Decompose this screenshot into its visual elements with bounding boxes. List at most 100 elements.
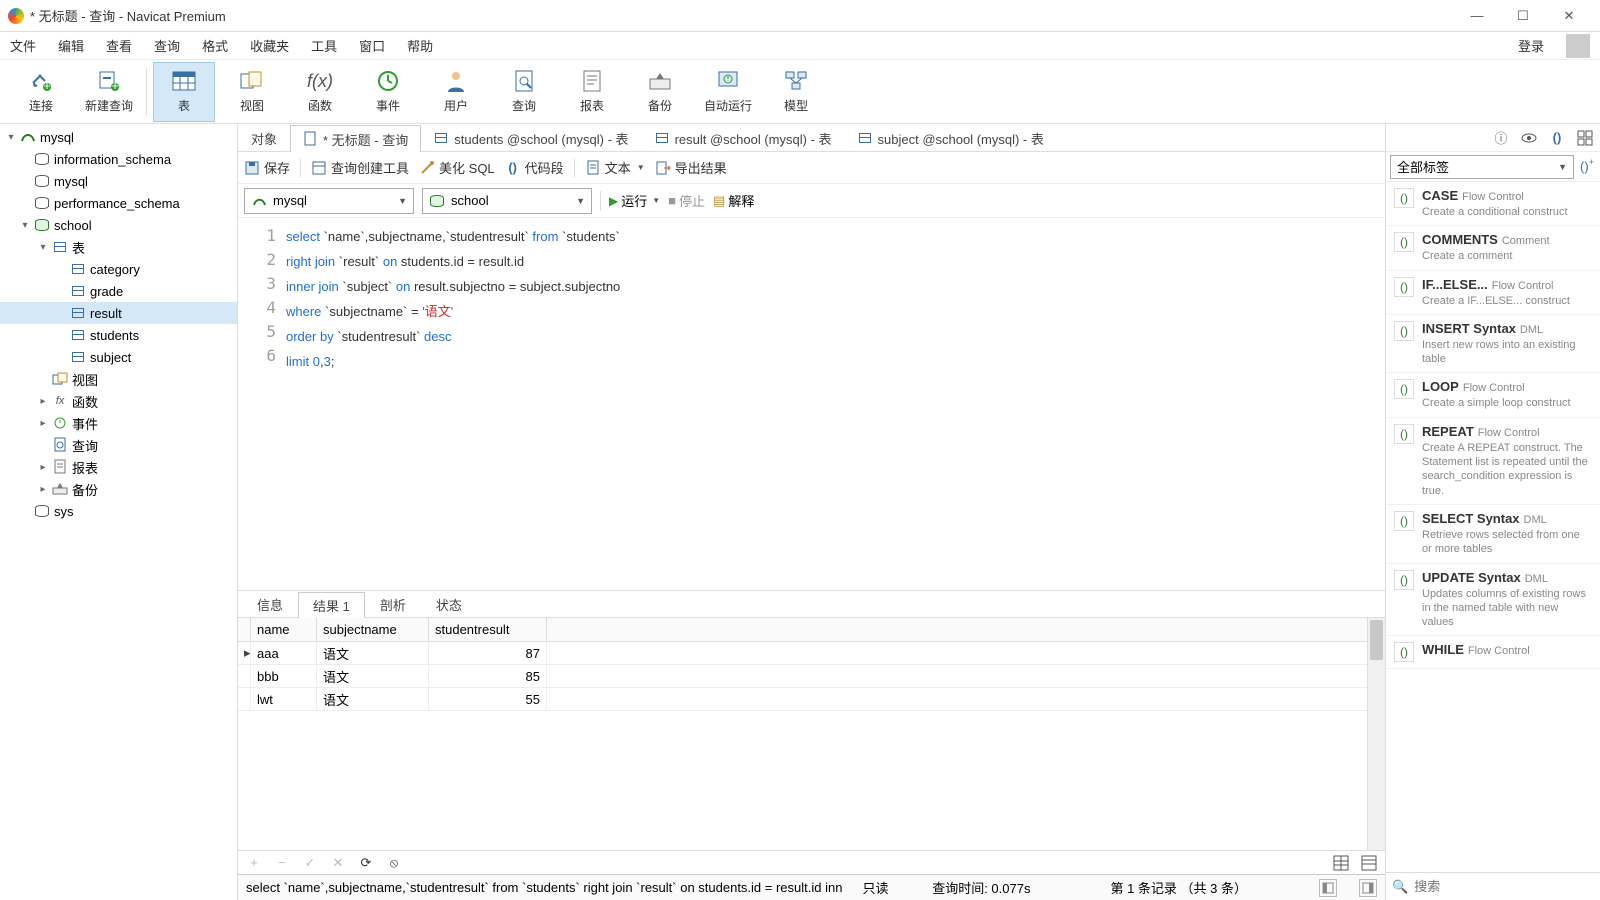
ribbon-report[interactable]: 报表 [561, 62, 623, 122]
col-studentresult[interactable]: studentresult [429, 618, 547, 642]
ribbon-connect[interactable]: + 连接 [10, 62, 72, 122]
tree-table-category[interactable]: category [0, 258, 237, 280]
close-button[interactable]: ✕ [1546, 2, 1592, 30]
tab-untitled-query[interactable]: * 无标题 - 查询 [290, 125, 421, 152]
stop-button[interactable]: ■停止 [668, 191, 705, 210]
tree-db-information-schema[interactable]: information_schema [0, 148, 237, 170]
ribbon-query[interactable]: 查询 [493, 62, 555, 122]
menu-file[interactable]: 文件 [10, 36, 36, 55]
form-view-icon[interactable] [1361, 855, 1377, 871]
tree-db-sys[interactable]: sys [0, 500, 237, 522]
tree-folder-functions[interactable]: ▸fx函数 [0, 390, 237, 412]
menu-view[interactable]: 查看 [106, 36, 132, 55]
tree-folder-reports[interactable]: ▸报表 [0, 456, 237, 478]
menu-edit[interactable]: 编辑 [58, 36, 84, 55]
delete-row-button[interactable]: − [274, 855, 290, 871]
query-builder-button[interactable]: 查询创建工具 [311, 158, 409, 177]
rtab-profile[interactable]: 剖析 [365, 591, 421, 617]
tree-table-result[interactable]: result [0, 302, 237, 324]
rtab-info[interactable]: 信息 [242, 591, 298, 617]
ribbon-fn[interactable]: f(x) 函数 [289, 62, 351, 122]
table-row[interactable]: ▸ aaa 语文 87 [238, 642, 1367, 665]
avatar[interactable] [1566, 34, 1590, 58]
menu-login[interactable]: 登录 [1518, 36, 1544, 55]
menu-window[interactable]: 窗口 [359, 36, 385, 55]
snippet-item[interactable]: ()UPDATE SyntaxDMLUpdates columns of exi… [1386, 564, 1600, 637]
page-next-button[interactable] [1359, 879, 1377, 897]
add-snippet-button[interactable]: ()+ [1578, 158, 1596, 176]
snippet-item[interactable]: ()LOOPFlow ControlCreate a simple loop c… [1386, 373, 1600, 417]
menu-help[interactable]: 帮助 [407, 36, 433, 55]
sql-code[interactable]: select `name`,subjectname,`studentresult… [286, 218, 1385, 590]
snippet-item[interactable]: ()INSERT SyntaxDMLInsert new rows into a… [1386, 315, 1600, 374]
tree-folder-backups[interactable]: ▸备份 [0, 478, 237, 500]
ribbon-newquery[interactable]: + 新建查询 [78, 62, 140, 122]
save-button[interactable]: 保存 [244, 158, 290, 177]
tree-table-students[interactable]: students [0, 324, 237, 346]
rtab-result1[interactable]: 结果 1 [298, 592, 365, 618]
snippet-item[interactable]: ()REPEATFlow ControlCreate A REPEAT cons… [1386, 418, 1600, 505]
tree-folder-views[interactable]: 视图 [0, 368, 237, 390]
info-icon[interactable]: ⓘ [1492, 129, 1510, 147]
snippet-list[interactable]: ()CASEFlow ControlCreate a conditional c… [1386, 182, 1600, 872]
add-row-button[interactable]: + [246, 855, 262, 871]
tab-subject[interactable]: subject @school (mysql) - 表 [845, 124, 1057, 151]
maximize-button[interactable]: ☐ [1500, 2, 1546, 30]
snippet-item[interactable]: ()IF...ELSE...Flow ControlCreate a IF...… [1386, 271, 1600, 315]
apply-button[interactable]: ✓ [302, 855, 318, 871]
tree-folder-queries[interactable]: 查询 [0, 434, 237, 456]
col-name[interactable]: name [251, 618, 317, 642]
snippet-item[interactable]: ()COMMENTSCommentCreate a comment [1386, 226, 1600, 270]
grid-icon[interactable] [1576, 129, 1594, 147]
tab-objects[interactable]: 对象 [238, 124, 290, 151]
database-combo[interactable]: school ▼ [422, 188, 592, 214]
tree-table-grade[interactable]: grade [0, 280, 237, 302]
refresh-button[interactable]: ⟳ [358, 855, 374, 871]
snippet-item[interactable]: ()CASEFlow ControlCreate a conditional c… [1386, 182, 1600, 226]
tab-result[interactable]: result @school (mysql) - 表 [642, 124, 845, 151]
page-prev-button[interactable] [1319, 879, 1337, 897]
grid-scrollbar[interactable] [1367, 618, 1385, 850]
explain-button[interactable]: ▤解释 [713, 191, 754, 210]
ribbon-auto[interactable]: 自动运行 [697, 62, 759, 122]
tree-folder-tables[interactable]: ▾表 [0, 236, 237, 258]
result-grid[interactable]: name subjectname studentresult ▸ aaa 语文 … [238, 618, 1367, 850]
table-row[interactable]: bbb 语文 85 [238, 665, 1367, 688]
tree-connection[interactable]: ▾mysql [0, 126, 237, 148]
text-button[interactable]: 文本▼ [585, 158, 645, 177]
code-snippet-button[interactable]: ()代码段 [505, 158, 564, 177]
col-subjectname[interactable]: subjectname [317, 618, 429, 642]
ribbon-user[interactable]: 用户 [425, 62, 487, 122]
ribbon-view[interactable]: 视图 [221, 62, 283, 122]
eye-icon[interactable] [1520, 129, 1538, 147]
stop-fetch-button[interactable]: ⦸ [386, 855, 402, 871]
braces-icon[interactable]: () [1548, 129, 1566, 147]
sql-editor[interactable]: 123456 select `name`,subjectname,`studen… [238, 218, 1385, 590]
export-result-button[interactable]: 导出结果 [655, 158, 727, 177]
cancel-edit-button[interactable]: ✕ [330, 855, 346, 871]
tree-db-performance-schema[interactable]: performance_schema [0, 192, 237, 214]
tree-table-subject[interactable]: subject [0, 346, 237, 368]
run-button[interactable]: ▶运行▼ [609, 191, 660, 210]
menu-query[interactable]: 查询 [154, 36, 180, 55]
menu-fav[interactable]: 收藏夹 [250, 36, 289, 55]
table-row[interactable]: lwt 语文 55 [238, 688, 1367, 711]
minimize-button[interactable]: — [1454, 2, 1500, 30]
connection-combo[interactable]: mysql ▼ [244, 188, 414, 214]
ribbon-backup[interactable]: 备份 [629, 62, 691, 122]
beautify-sql-button[interactable]: 美化 SQL [419, 158, 495, 177]
ribbon-model[interactable]: 模型 [765, 62, 827, 122]
tree-db-school[interactable]: ▾school [0, 214, 237, 236]
ribbon-event[interactable]: 事件 [357, 62, 419, 122]
grid-view-icon[interactable] [1333, 855, 1349, 871]
snippet-item[interactable]: ()SELECT SyntaxDMLRetrieve rows selected… [1386, 505, 1600, 564]
search-input[interactable] [1414, 879, 1594, 894]
ribbon-table[interactable]: 表 [153, 62, 215, 122]
tab-students[interactable]: students @school (mysql) - 表 [421, 124, 641, 151]
menu-tools[interactable]: 工具 [311, 36, 337, 55]
rtab-status[interactable]: 状态 [421, 591, 477, 617]
menu-format[interactable]: 格式 [202, 36, 228, 55]
tags-combo[interactable]: 全部标签 ▼ [1390, 155, 1574, 179]
tree-folder-events[interactable]: ▸事件 [0, 412, 237, 434]
tree-db-mysql[interactable]: mysql [0, 170, 237, 192]
